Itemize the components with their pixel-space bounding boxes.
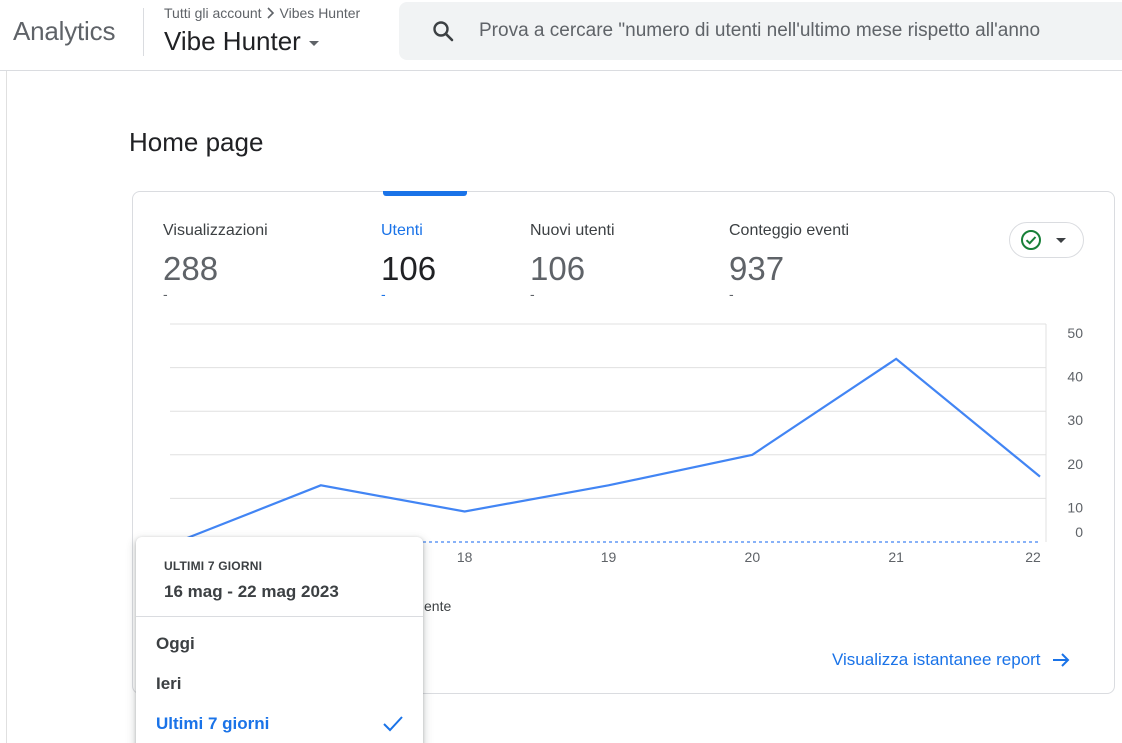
- check-icon: [383, 716, 403, 732]
- x-tick-label: 22: [1025, 549, 1041, 565]
- date-range-dropdown: ULTIMI 7 GIORNI 16 mag - 22 mag 2023 Ogg…: [136, 537, 423, 743]
- y-tick-label: 30: [1067, 412, 1083, 428]
- y-tick-label: 20: [1067, 456, 1083, 472]
- date-range-value: 16 mag - 22 mag 2023: [164, 582, 339, 601]
- x-tick-label: 20: [745, 549, 761, 565]
- legend-partial-text: ente: [424, 598, 452, 614]
- dropdown-divider: [136, 616, 423, 617]
- x-tick-label: 19: [601, 549, 617, 565]
- date-range-label: ULTIMI 7 GIORNI: [164, 559, 263, 573]
- y-tick-label: 40: [1067, 369, 1083, 385]
- y-tick-label: 10: [1067, 499, 1083, 515]
- date-option-label: Ultimi 7 giorni: [156, 714, 270, 733]
- date-option-yesterday[interactable]: Ieri: [136, 664, 423, 704]
- x-tick-label: 21: [888, 549, 904, 565]
- report-link-label: Visualizza istantanee report: [832, 650, 1041, 669]
- date-option-label: Ieri: [156, 674, 182, 693]
- date-option-today[interactable]: Oggi: [136, 624, 423, 664]
- y-tick-label: 50: [1067, 325, 1083, 341]
- users-series-line: [176, 357, 1041, 544]
- x-tick-label: 18: [457, 549, 473, 565]
- arrow-right-icon: [1052, 653, 1069, 667]
- view-report-snapshot-link[interactable]: Visualizza istantanee report: [832, 650, 1071, 670]
- y-tick-label: 0: [1075, 524, 1083, 540]
- date-option-label: Oggi: [156, 634, 195, 653]
- date-option-last-7-days[interactable]: Ultimi 7 giorni: [136, 704, 423, 743]
